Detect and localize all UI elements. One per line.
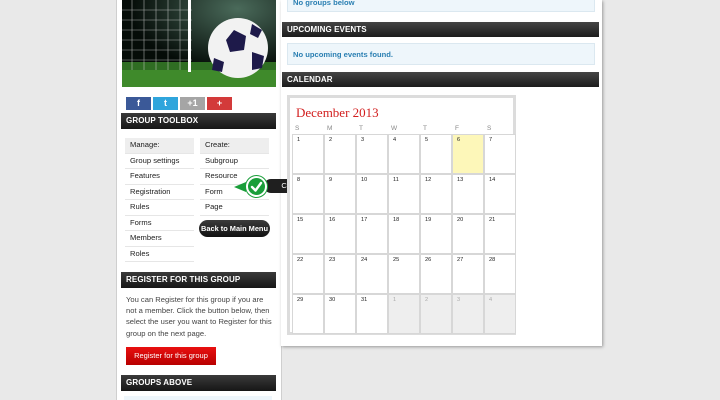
calendar-day-cell[interactable]: 3 [452, 294, 484, 334]
google-plus-one-button[interactable]: +1 [180, 97, 205, 110]
calendar-day-cell[interactable]: 15 [292, 214, 324, 254]
calendar-day-cell[interactable]: 14 [484, 174, 516, 214]
calendar-dow-4: T [423, 125, 427, 132]
calendar-day-cell[interactable]: 23 [324, 254, 356, 294]
calendar-day-cell[interactable]: 21 [484, 214, 516, 254]
calendar-day-cell[interactable]: 24 [356, 254, 388, 294]
calendar-dow-0: S [295, 125, 300, 132]
group-toolbox-heading: GROUP TOOLBOX [121, 113, 276, 129]
manage-list: Manage: Group settings Features Registra… [125, 138, 194, 262]
checkmark-icon [246, 176, 267, 197]
manage-members-link[interactable]: Members [125, 231, 194, 247]
back-to-main-menu-button[interactable]: Back to Main Menu [199, 220, 270, 237]
calendar-day-cell[interactable]: 11 [388, 174, 420, 214]
calendar-dow-3: W [391, 125, 398, 132]
manage-forms-link[interactable]: Forms [125, 216, 194, 231]
calendar-day-cell[interactable]: 26 [420, 254, 452, 294]
calendar-day-cell[interactable]: 10 [356, 174, 388, 214]
calendar-day-cell[interactable]: 4 [484, 294, 516, 334]
calendar-dow-5: F [455, 125, 459, 132]
manage-registration-link[interactable]: Registration [125, 185, 194, 200]
group-photo [122, 0, 276, 87]
no-events-message: No upcoming events found. [287, 43, 595, 65]
calendar-day-cell[interactable]: 27 [452, 254, 484, 294]
calendar-day-cell[interactable]: 16 [324, 214, 356, 254]
calendar-day-cell[interactable]: 13 [452, 174, 484, 214]
calendar-day-cell[interactable]: 19 [420, 214, 452, 254]
register-heading: REGISTER FOR THIS GROUP [121, 272, 276, 288]
manage-group-settings-link[interactable]: Group settings [125, 154, 194, 169]
calendar-day-cell[interactable]: 31 [356, 294, 388, 334]
calendar-day-cell[interactable]: 5 [420, 134, 452, 174]
calendar-day-cell[interactable]: 29 [292, 294, 324, 334]
calendar-day-cell[interactable]: 25 [388, 254, 420, 294]
register-description: You can Register for this group if you a… [126, 295, 272, 338]
calendar-day-cell[interactable]: 12 [420, 174, 452, 214]
twitter-share-button[interactable]: t [153, 97, 178, 110]
calendar-day-cell[interactable]: 17 [356, 214, 388, 254]
create-page-link[interactable]: Page [200, 200, 269, 216]
calendar-day-cell[interactable]: 7 [484, 134, 516, 174]
manage-heading: Manage: [125, 138, 194, 154]
calendar-day-cell[interactable]: 28 [484, 254, 516, 294]
manage-features-link[interactable]: Features [125, 169, 194, 185]
calendar-day-cell[interactable]: 30 [324, 294, 356, 334]
create-heading: Create: [200, 138, 269, 154]
calendar-heading: CALENDAR [282, 72, 599, 87]
calendar-dow-2: T [359, 125, 363, 132]
add-share-button[interactable]: + [207, 97, 232, 110]
register-for-group-button[interactable]: Register for this group [126, 347, 216, 365]
calendar-dow-6: S [487, 125, 492, 132]
calendar-dow-1: M [327, 125, 333, 132]
calendar-grid: December 2013 S M T W T F S 1 2 3 4 5 6 7 8 9 10 11 12 13 14… [290, 98, 516, 334]
calendar-widget: December 2013 S M T W T F S 1 2 3 4 5 6 7 8 9 10 11 12 13 14… [287, 95, 516, 335]
manage-rules-link[interactable]: Rules [125, 200, 194, 216]
calendar-day-cell[interactable]: 18 [388, 214, 420, 254]
groups-above-heading: GROUPS ABOVE [121, 375, 276, 391]
calendar-day-cell[interactable]: 3 [356, 134, 388, 174]
calendar-month-title: December 2013 [296, 105, 379, 120]
facebook-share-button[interactable]: f [126, 97, 151, 110]
calendar-day-cell[interactable]: 1 [388, 294, 420, 334]
calendar-day-cell[interactable]: 22 [292, 254, 324, 294]
calendar-day-cell[interactable]: 1 [292, 134, 324, 174]
callout-arrow-icon [234, 182, 246, 192]
add-share-icon: + [216, 98, 223, 108]
no-groups-below-message: No groups below [287, 0, 595, 12]
manage-roles-link[interactable]: Roles [125, 247, 194, 262]
groups-above-box [124, 396, 272, 400]
upcoming-events-heading: UPCOMING EVENTS [282, 22, 599, 37]
calendar-day-cell[interactable]: 4 [388, 134, 420, 174]
create-subgroup-link[interactable]: Subgroup [200, 154, 269, 169]
calendar-day-cell[interactable]: 9 [324, 174, 356, 214]
facebook-icon: f [137, 98, 140, 108]
calendar-day-cell[interactable]: 8 [292, 174, 324, 214]
google-plus-one-icon: +1 [187, 98, 198, 108]
calendar-day-cell[interactable]: 2 [420, 294, 452, 334]
calendar-day-cell[interactable]: 2 [324, 134, 356, 174]
calendar-day-cell[interactable]: 6 [452, 134, 484, 174]
calendar-day-cell[interactable]: 20 [452, 214, 484, 254]
twitter-icon: t [164, 98, 167, 108]
